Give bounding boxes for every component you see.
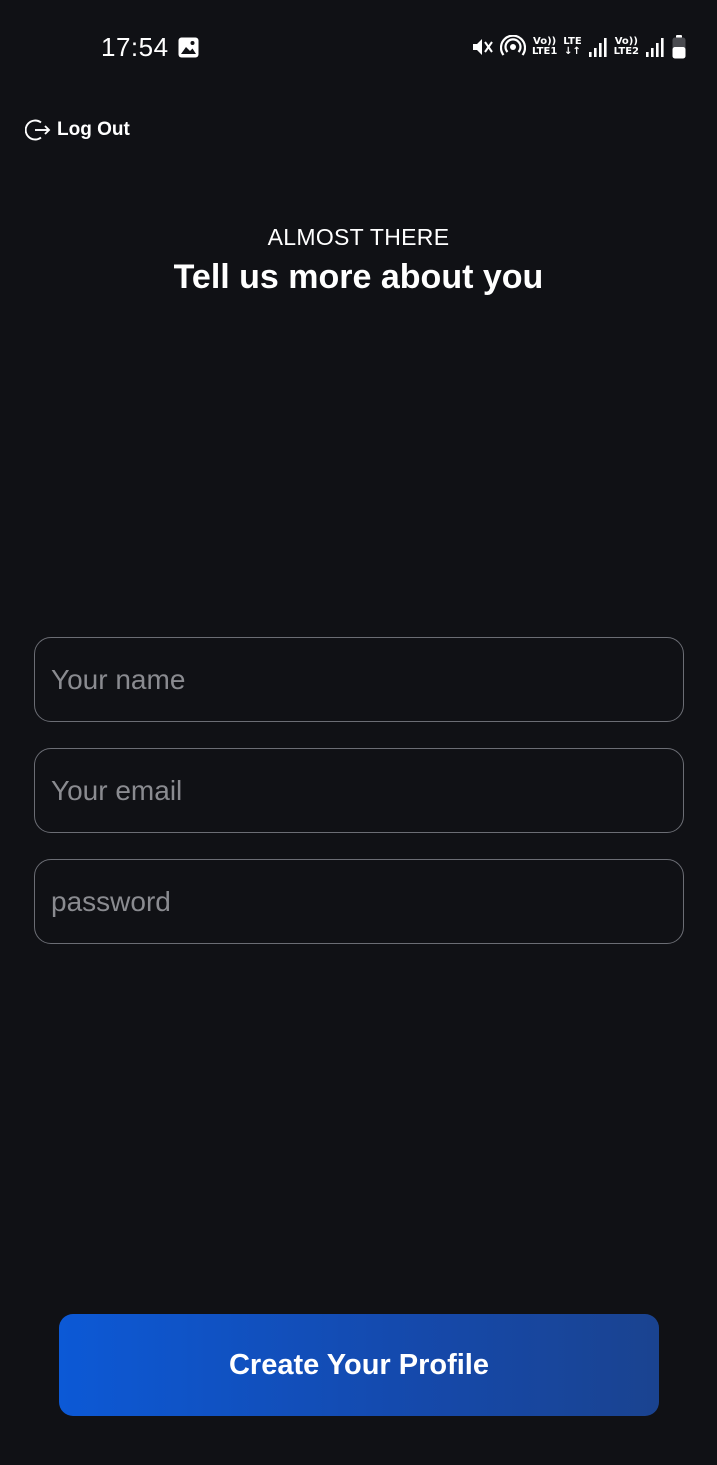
email-input[interactable] [34, 748, 684, 833]
logout-button[interactable]: Log Out [25, 117, 130, 143]
logout-label: Log Out [57, 119, 130, 140]
data-bottom-label: ↓↑ [564, 46, 581, 57]
password-input[interactable] [34, 859, 684, 944]
status-icons: Vo)) LTE1 LTE ↓↑ Vo)) LTE2 [470, 34, 687, 60]
sim2-bottom-label: LTE2 [613, 46, 639, 57]
signal-icon [588, 38, 607, 57]
status-bar: 17:54 Vo)) LTE1 LTE ↓↑ Vo)) LTE2 [0, 0, 717, 95]
status-time: 17:54 [101, 32, 169, 62]
gallery-icon [178, 37, 199, 58]
lte-data-icon: LTE ↓↑ [563, 37, 581, 57]
mute-icon [472, 39, 493, 55]
name-input[interactable] [34, 637, 684, 722]
volte-lte1-icon: Vo)) LTE1 [532, 37, 557, 57]
sim1-bottom-label: LTE1 [531, 46, 558, 57]
volte-lte2-icon: Vo)) LTE2 [614, 37, 639, 57]
logout-icon [25, 119, 51, 141]
hotspot-icon [499, 35, 526, 56]
battery-icon [672, 35, 686, 59]
signal-icon [646, 38, 664, 57]
page-title: Tell us more about you [173, 258, 544, 296]
eyebrow-text: ALMOST THERE [267, 224, 450, 250]
create-profile-button[interactable]: Create Your Profile [59, 1314, 659, 1416]
